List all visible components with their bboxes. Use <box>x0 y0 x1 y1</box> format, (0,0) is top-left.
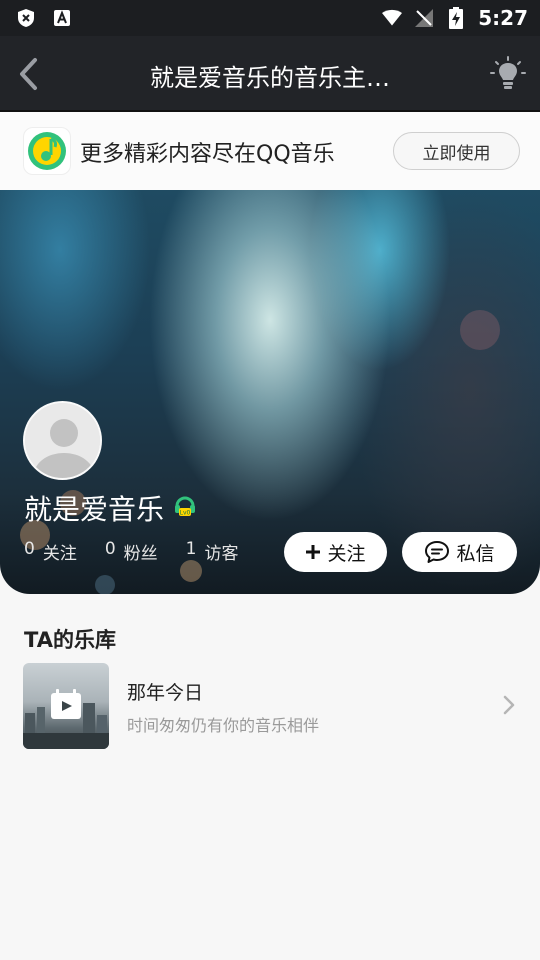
promo-banner: 更多精彩内容尽在QQ音乐 立即使用 <box>0 112 540 190</box>
following-count: 0 <box>24 539 35 559</box>
list-item[interactable]: 那年今日 时间匆匆仍有你的音乐相伴 <box>0 660 540 752</box>
page-title: 就是爱音乐的音乐主… <box>150 64 390 92</box>
visitors-count: 1 <box>185 539 197 559</box>
status-time: 5:27 <box>478 6 528 30</box>
list-item-title: 那年今日 <box>127 682 204 704</box>
bulb-button[interactable] <box>488 54 528 94</box>
following-label: 关注 <box>42 544 77 564</box>
wifi-icon <box>382 8 403 28</box>
list-item-subtitle: 时间匆匆仍有你的音乐相伴 <box>127 716 320 735</box>
bokeh-light <box>460 310 500 350</box>
back-button[interactable] <box>8 54 48 94</box>
profile-stats: 0 关注 0 粉丝 1 访客 <box>24 539 238 564</box>
level-badge-icon: Lv0 <box>174 495 196 517</box>
bulb-icon <box>490 56 526 89</box>
avatar[interactable] <box>23 401 102 480</box>
use-now-button[interactable]: 立即使用 <box>393 132 520 170</box>
follow-label: 关注 <box>327 542 366 565</box>
user-name: 就是爱音乐 <box>24 493 165 526</box>
fans-count: 0 <box>104 539 116 559</box>
profile-header: 就是爱音乐 Lv0 0 关注 0 粉丝 1 访客 关注 私信 <box>0 190 540 594</box>
follow-button[interactable]: 关注 <box>284 532 387 572</box>
promo-text: 更多精彩内容尽在QQ音乐 <box>80 142 335 167</box>
a-icon <box>52 8 72 28</box>
fans-label: 粉丝 <box>123 544 158 564</box>
back-icon <box>20 58 37 90</box>
nav-bar: 就是爱音乐的音乐主… <box>0 36 540 112</box>
no-signal-icon <box>414 8 434 28</box>
message-button[interactable]: 私信 <box>402 532 517 572</box>
fans-stat[interactable]: 0 粉丝 <box>105 539 158 564</box>
svg-text:Lv0: Lv0 <box>180 510 191 517</box>
message-label: 私信 <box>456 542 495 565</box>
bokeh-light <box>95 575 115 594</box>
following-stat[interactable]: 0 关注 <box>24 539 77 564</box>
chevron-right-icon <box>503 695 515 715</box>
shield-x-icon <box>16 8 36 28</box>
visitors-stat[interactable]: 1 访客 <box>186 539 239 564</box>
qq-music-logo-icon <box>23 127 71 175</box>
chat-bubble-icon <box>425 541 450 563</box>
memories-thumbnail <box>23 663 109 749</box>
visitors-label: 访客 <box>204 544 239 564</box>
status-bar: 5:27 <box>0 0 540 36</box>
battery-charging-icon <box>446 7 466 29</box>
plus-icon <box>306 545 321 559</box>
library-title: TA的乐库 <box>24 628 116 652</box>
